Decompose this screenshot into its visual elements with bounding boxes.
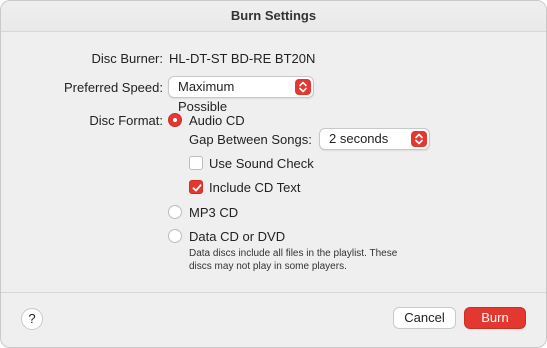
- audio-cd-radio[interactable]: [168, 113, 182, 127]
- data-cd-dvd-radio[interactable]: [168, 229, 182, 243]
- data-disc-note-line1: Data discs include all files in the play…: [189, 248, 398, 259]
- preferred-speed-popup[interactable]: Maximum Possible: [168, 76, 314, 114]
- title-bar: Burn Settings: [1, 1, 546, 32]
- checkmark-icon: [192, 184, 202, 192]
- use-sound-check-checkbox[interactable]: [189, 156, 203, 170]
- cancel-button[interactable]: Cancel: [393, 307, 456, 329]
- mp3-cd-label: MP3 CD: [189, 205, 239, 220]
- preferred-speed-value: Maximum Possible: [178, 79, 235, 114]
- burn-settings-dialog: Burn Settings Disc Burner: HL-DT-ST BD-R…: [0, 0, 547, 348]
- popup-stepper-icon: [295, 79, 311, 95]
- help-button[interactable]: ?: [21, 308, 43, 330]
- window-title: Burn Settings: [230, 8, 317, 23]
- popup-stepper-icon: [411, 131, 427, 147]
- data-disc-note-line2: discs may not play in some players.: [189, 261, 347, 272]
- use-sound-check-label: Use Sound Check: [209, 156, 314, 171]
- preferred-speed-label: Preferred Speed:: [63, 80, 163, 95]
- disc-format-label: Disc Format:: [89, 113, 163, 128]
- audio-cd-label: Audio CD: [189, 113, 245, 128]
- mp3-cd-radio[interactable]: [168, 205, 182, 219]
- disc-burner-label: Disc Burner:: [91, 51, 163, 66]
- footer-divider: [1, 292, 546, 293]
- gap-between-songs-value: 2 seconds: [329, 131, 389, 146]
- gap-between-songs-label: Gap Between Songs:: [189, 132, 312, 147]
- burn-button[interactable]: Burn: [464, 307, 526, 329]
- data-cd-dvd-label: Data CD or DVD: [189, 229, 286, 244]
- include-cd-text-label: Include CD Text: [209, 180, 301, 195]
- include-cd-text-checkbox[interactable]: [189, 180, 203, 194]
- gap-between-songs-popup[interactable]: 2 seconds: [319, 128, 430, 150]
- disc-burner-value: HL-DT-ST BD-RE BT20N: [169, 51, 316, 66]
- data-disc-note: Data discs include all files in the play…: [189, 247, 439, 273]
